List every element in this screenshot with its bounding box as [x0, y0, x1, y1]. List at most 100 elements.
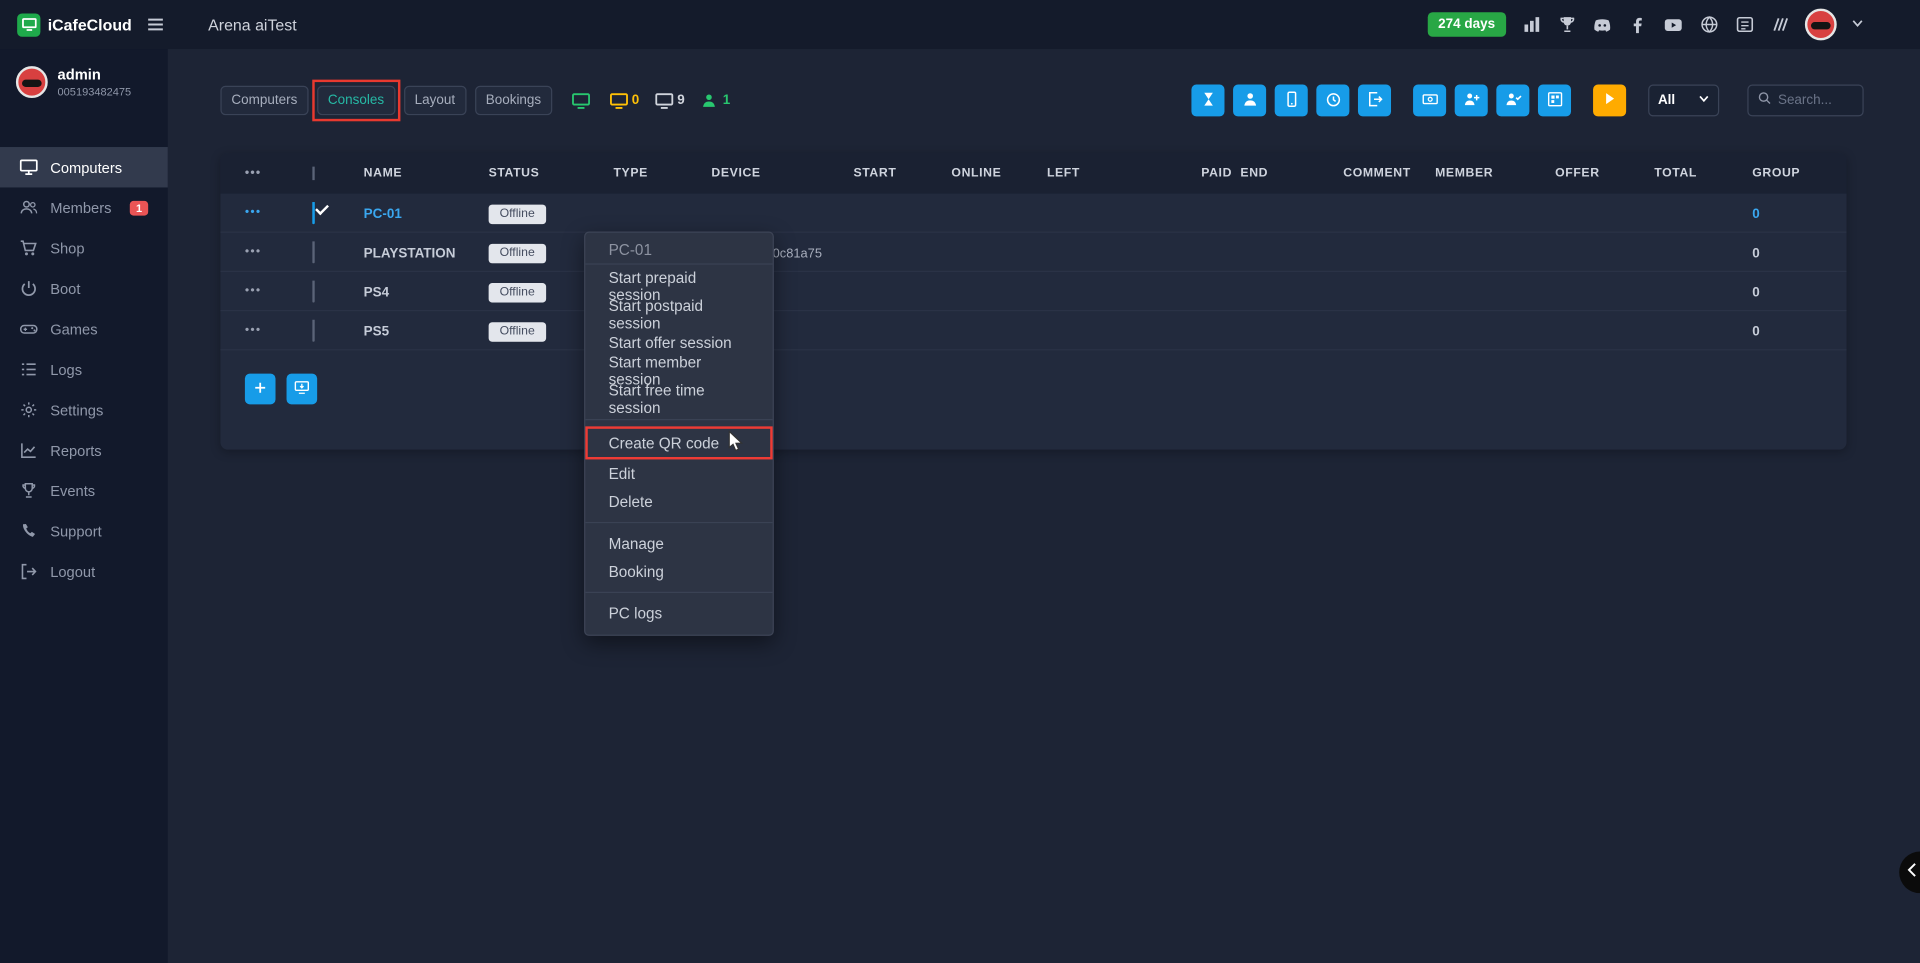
plus-icon: [252, 379, 268, 399]
menu-item-edit[interactable]: Edit: [585, 459, 772, 487]
menu-item-manage[interactable]: Manage: [585, 529, 772, 557]
start-session-button[interactable]: [1593, 85, 1626, 117]
console-name-link[interactable]: PC-01: [364, 206, 402, 221]
table-row: ••• PC-01 Offline 0: [220, 194, 1846, 233]
power-icon: [20, 279, 38, 297]
select-all-checkbox[interactable]: [312, 167, 314, 180]
menu-item-booking[interactable]: Booking: [585, 557, 772, 585]
card-icon[interactable]: [1734, 14, 1755, 35]
import-console-button[interactable]: [287, 374, 318, 405]
console-name-link[interactable]: PLAYSTATION: [364, 246, 456, 261]
sidebar-item-logout[interactable]: Logout: [0, 551, 168, 591]
row-checkbox[interactable]: [312, 202, 314, 224]
group-count: 0: [1752, 246, 1760, 261]
mobile-icon: [1283, 90, 1300, 111]
app-root: iCafeCloud Arena aiTest 274 days: [0, 0, 1920, 963]
tab-layout[interactable]: Layout: [404, 86, 466, 115]
menu-item-pc-logs[interactable]: PC logs: [585, 599, 772, 627]
search-icon: [1757, 89, 1772, 111]
sidebar-item-boot[interactable]: Boot: [0, 268, 168, 308]
mobile-button[interactable]: [1275, 85, 1308, 117]
add-member-button[interactable]: [1455, 85, 1488, 117]
sidebar-item-games[interactable]: Games: [0, 309, 168, 349]
row-menu-button[interactable]: •••: [245, 323, 312, 336]
tab-bookings[interactable]: Bookings: [475, 86, 552, 115]
add-console-button[interactable]: [245, 374, 276, 405]
page-toolbar: Computers Consoles Layout Bookings 0 9: [220, 83, 1863, 117]
row-menu-button[interactable]: •••: [245, 245, 312, 258]
sidebar-item-settings[interactable]: Settings: [0, 390, 168, 430]
status-badge: Offline: [489, 244, 546, 264]
counter-value: 0: [632, 93, 640, 108]
menu-divider: [585, 592, 772, 593]
gear-icon: [20, 401, 38, 419]
guest-session-button[interactable]: [1233, 85, 1266, 117]
top-header: iCafeCloud Arena aiTest 274 days: [0, 0, 1920, 49]
col-group: GROUP: [1750, 167, 1822, 180]
facebook-icon[interactable]: [1627, 14, 1648, 35]
search-input[interactable]: [1778, 93, 1854, 108]
globe-icon[interactable]: [1698, 14, 1719, 35]
console-name-link[interactable]: PS4: [364, 285, 389, 300]
row-actions-icon: •••: [245, 167, 312, 180]
qr-icon: [1546, 90, 1563, 111]
tab-consoles[interactable]: Consoles: [317, 86, 395, 115]
chat-widget-toggle[interactable]: [1899, 852, 1920, 894]
sidebar-item-logs[interactable]: Logs: [0, 349, 168, 389]
menu-item-start-member-session[interactable]: Start member session: [585, 357, 772, 385]
discord-icon[interactable]: [1592, 14, 1613, 35]
brand-logo[interactable]: iCafeCloud: [0, 13, 137, 36]
checkout-button[interactable]: [1358, 85, 1391, 117]
stats-icon[interactable]: [1521, 14, 1542, 35]
menu-item-start-postpaid-session[interactable]: Start postpaid session: [585, 300, 772, 328]
menu-divider: [585, 522, 772, 523]
menu-item-create-qr-code[interactable]: Create QR code: [585, 426, 772, 459]
status-filter-select[interactable]: All: [1648, 85, 1719, 117]
cash-button[interactable]: [1413, 85, 1446, 117]
qr-screen-button[interactable]: [1538, 85, 1571, 117]
sidebar-item-events[interactable]: Events: [0, 470, 168, 510]
license-days-badge[interactable]: 274 days: [1427, 12, 1506, 37]
col-name: NAME: [364, 167, 489, 180]
group-count: 0: [1752, 324, 1760, 339]
user-avatar[interactable]: [1805, 9, 1837, 41]
tab-computers[interactable]: Computers: [220, 86, 308, 115]
venue-title: Arena aiTest: [208, 15, 296, 33]
youtube-icon[interactable]: [1663, 14, 1684, 35]
chevron-down-icon[interactable]: [1851, 13, 1863, 35]
monitor-icon: [20, 158, 38, 176]
menu-toggle-icon[interactable]: [142, 11, 169, 38]
chevron-down-icon: [1698, 93, 1709, 108]
row-checkbox[interactable]: [312, 319, 314, 341]
sidebar-item-reports[interactable]: Reports: [0, 430, 168, 470]
assign-member-button[interactable]: [1496, 85, 1529, 117]
sidebar-user[interactable]: admin 005193482475: [0, 49, 168, 115]
col-device: DEVICE: [711, 167, 853, 180]
banknote-icon: [1421, 90, 1438, 111]
sidebar-user-id: 005193482475: [58, 86, 132, 98]
menu-item-delete[interactable]: Delete: [585, 488, 772, 516]
row-menu-button[interactable]: •••: [245, 206, 312, 219]
console-name-link[interactable]: PS5: [364, 324, 389, 339]
trophy-icon[interactable]: [1556, 14, 1577, 35]
sidebar-item-computers[interactable]: Computers: [0, 147, 168, 187]
col-paid: PAID: [1201, 167, 1240, 180]
sidebar-item-shop[interactable]: Shop: [0, 228, 168, 268]
hourglass-icon: [1199, 90, 1216, 111]
slashes-icon[interactable]: [1769, 14, 1790, 35]
col-left: LEFT: [1047, 167, 1201, 180]
row-menu-button[interactable]: •••: [245, 284, 312, 297]
row-checkbox[interactable]: [312, 280, 314, 302]
pending-sessions-button[interactable]: [1191, 85, 1224, 117]
alarm-icon: [1324, 90, 1341, 111]
gamepad-icon: [20, 320, 38, 338]
menu-item-start-offer-session[interactable]: Start offer session: [585, 328, 772, 356]
sidebar-item-members[interactable]: Members 1: [0, 187, 168, 227]
menu-item-start-free-time-session[interactable]: Start free time session: [585, 385, 772, 413]
sidebar-item-support[interactable]: Support: [0, 511, 168, 551]
menu-item-start-prepaid-session[interactable]: Start prepaid session: [585, 272, 772, 300]
monitor-icon: [610, 91, 628, 109]
row-checkbox[interactable]: [312, 241, 314, 263]
timer-button[interactable]: [1316, 85, 1349, 117]
person-icon: [1241, 90, 1258, 111]
